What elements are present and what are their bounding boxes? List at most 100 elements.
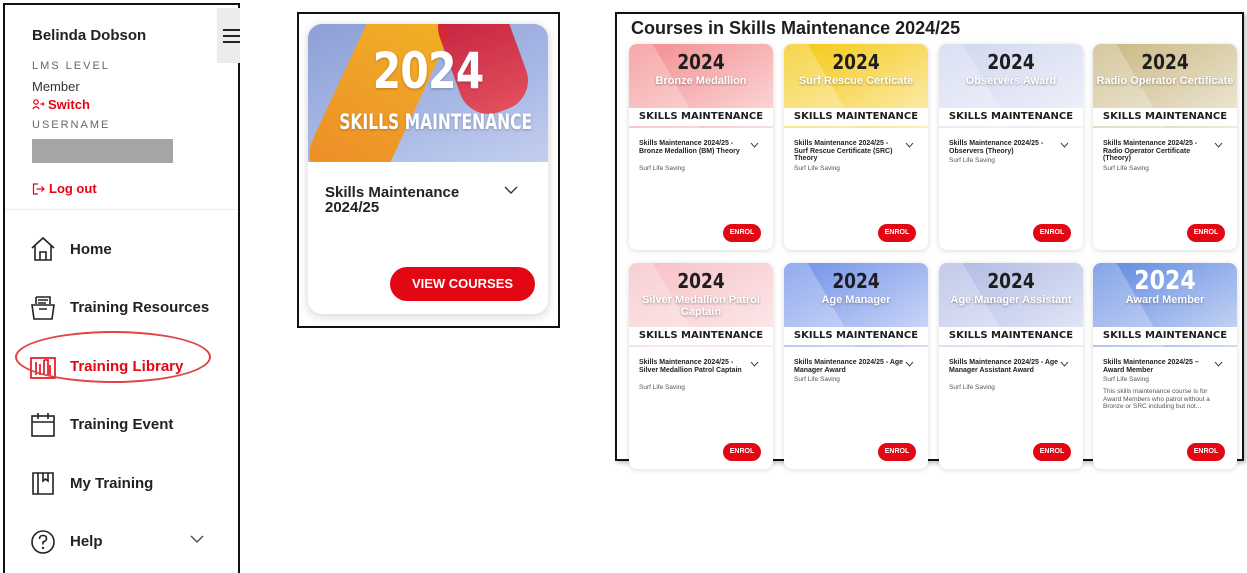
course-organisation: Surf Life Saving bbox=[949, 383, 995, 391]
course-image-name: Radio Operator Certificate bbox=[1096, 75, 1234, 87]
course-image-year: 2024 bbox=[677, 50, 725, 74]
course-title: Skills Maintenance 2024/25 - Radio Opera… bbox=[1103, 140, 1198, 162]
enrol-button[interactable]: ENROL bbox=[723, 224, 761, 242]
chevron-down-icon[interactable] bbox=[750, 361, 759, 367]
sidebar-item-training-resources[interactable]: Training Resources bbox=[5, 279, 238, 338]
course-image-year: 2024 bbox=[987, 50, 1035, 74]
course-organisation: Surf Life Saving bbox=[639, 383, 685, 391]
hamburger-menu-icon[interactable] bbox=[223, 29, 240, 43]
course-title: Skills Maintenance 2024/25 - Bronze Meda… bbox=[639, 140, 740, 155]
course-image-banner: SKILLS MAINTENANCE bbox=[939, 108, 1083, 126]
lms-level-caption: LMS LEVEL bbox=[32, 60, 110, 72]
course-title: Skills Maintenance 2024/25 - Age Manager… bbox=[794, 359, 904, 374]
course-image-year: 2024 bbox=[677, 269, 725, 293]
chevron-down-icon[interactable] bbox=[905, 142, 914, 148]
enrol-button[interactable]: ENROL bbox=[1033, 443, 1071, 461]
course-organisation: Surf Life Saving bbox=[1103, 376, 1149, 383]
sidebar-item-label: Training Resources bbox=[70, 299, 210, 317]
course-title: Skills Maintenance 2024/25 - Surf Rescue… bbox=[794, 140, 893, 162]
featured-course-title: Skills Maintenance 2024/25 bbox=[325, 184, 460, 216]
course-card[interactable]: 2024 Silver Medallion Patrol Captain SKILL… bbox=[629, 263, 773, 469]
course-description: This skills maintenance course is for Aw… bbox=[1103, 388, 1210, 410]
sidebar-item-my-training[interactable]: My Training bbox=[5, 454, 238, 513]
switch-link[interactable]: Switch bbox=[32, 97, 238, 112]
chevron-down-icon[interactable] bbox=[750, 142, 759, 148]
course-title: Skills Maintenance 2024/25 – Award Membe… bbox=[1103, 359, 1199, 374]
view-courses-button[interactable]: VIEW COURSES bbox=[390, 267, 535, 301]
enrol-button[interactable]: ENROL bbox=[878, 443, 916, 461]
chevron-down-icon[interactable] bbox=[1214, 361, 1223, 367]
lms-level-value: Member bbox=[32, 79, 80, 94]
chevron-down-icon[interactable] bbox=[504, 186, 518, 195]
course-image-year: 2024 bbox=[1141, 50, 1189, 74]
course-image-year: 2024 bbox=[832, 269, 880, 293]
course-organisation: Surf Life Saving bbox=[1103, 164, 1149, 172]
sidebar-panel: Belinda Dobson LMS LEVEL Member Switch U… bbox=[3, 3, 240, 573]
course-card[interactable]: 2024 Radio Operator Certificate SKILLS MAI… bbox=[1093, 44, 1237, 250]
course-card[interactable]: 2024 Observers Award SKILLS MAINTENANCE Ski… bbox=[939, 44, 1083, 250]
courses-heading: Courses in Skills Maintenance 2024/25 bbox=[631, 18, 961, 38]
sidebar-item-training-library[interactable]: Training Library bbox=[5, 337, 238, 396]
sidebar-item-help[interactable]: Help bbox=[5, 513, 238, 572]
course-card[interactable]: 2024 Bronze Medallion SKILLS MAINTENANCE Sk… bbox=[629, 44, 773, 250]
library-icon bbox=[29, 352, 57, 380]
course-title: Skills Maintenance 2024/25 - Age Manager… bbox=[949, 359, 1059, 374]
redacted-username bbox=[32, 139, 173, 163]
user-profile: Belinda Dobson LMS LEVEL Member Switch U… bbox=[5, 5, 238, 210]
course-card[interactable]: 2024 Surf Rescue Certicate SKILLS MAINTENA… bbox=[784, 44, 928, 250]
course-image: 2024 Age Manager SKILLS MAINTENANCE bbox=[784, 263, 928, 347]
course-image-name: Surf Rescue Certicate bbox=[798, 75, 914, 87]
sidebar-item-label: Training Library bbox=[70, 357, 184, 375]
sidebar-item-label: My Training bbox=[70, 474, 154, 492]
sidebar-item-home[interactable]: Home bbox=[5, 220, 238, 279]
course-card[interactable]: 2024 Age Manager SKILLS MAINTENANCE Skills … bbox=[784, 263, 928, 469]
home-icon bbox=[29, 235, 57, 263]
featured-image-year: 2024 bbox=[372, 42, 485, 100]
help-circle-icon bbox=[29, 528, 57, 556]
enrol-button[interactable]: ENROL bbox=[1187, 443, 1225, 461]
course-card[interactable]: 2024 Age Manager Assistant SKILLS MAINTENA… bbox=[939, 263, 1083, 469]
featured-course-panel: 2024 SKILLS MAINTENANCE Skills Maintenan… bbox=[297, 12, 560, 328]
enrol-button[interactable]: ENROL bbox=[1033, 224, 1071, 242]
course-image: 2024 Bronze Medallion SKILLS MAINTENANCE bbox=[629, 44, 773, 128]
course-image-banner: SKILLS MAINTENANCE bbox=[939, 327, 1083, 345]
course-organisation: Surf Life Saving bbox=[794, 376, 840, 383]
chevron-down-icon[interactable] bbox=[1060, 361, 1069, 367]
course-image-banner: SKILLS MAINTENANCE bbox=[1093, 327, 1237, 345]
course-image-name: Award Member bbox=[1125, 294, 1205, 306]
course-organisation: Surf Life Saving bbox=[639, 164, 685, 172]
course-image-year: 2024 bbox=[987, 269, 1035, 293]
book-bookmark-icon bbox=[29, 469, 57, 497]
course-title: Skills Maintenance 2024/25 - Observers (… bbox=[949, 140, 1044, 155]
featured-course-image: 2024 SKILLS MAINTENANCE bbox=[308, 24, 548, 162]
sidebar-item-training-event[interactable]: Training Event bbox=[5, 396, 238, 455]
logout-link[interactable]: Log out bbox=[32, 181, 238, 196]
chevron-down-icon[interactable] bbox=[905, 361, 914, 367]
enrol-button[interactable]: ENROL bbox=[878, 224, 916, 242]
course-image-banner: SKILLS MAINTENANCE bbox=[629, 108, 773, 126]
course-title: Skills Maintenance 2024/25 - Silver Meda… bbox=[639, 359, 742, 374]
logout-icon bbox=[32, 182, 45, 195]
featured-course-card[interactable]: 2024 SKILLS MAINTENANCE Skills Maintenan… bbox=[308, 24, 548, 314]
course-image: 2024 Age Manager Assistant SKILLS MAINTENA… bbox=[939, 263, 1083, 347]
course-image-year: 2024 bbox=[832, 50, 880, 74]
course-image-name: Age Manager bbox=[821, 294, 891, 306]
course-image-banner: SKILLS MAINTENANCE bbox=[629, 327, 773, 345]
course-image: 2024 Silver Medallion Patrol Captain SKILL… bbox=[629, 263, 773, 347]
enrol-button[interactable]: ENROL bbox=[723, 443, 761, 461]
sidebar-item-label: Training Event bbox=[70, 416, 174, 434]
chevron-down-icon[interactable] bbox=[1214, 142, 1223, 148]
chevron-down-icon[interactable] bbox=[1060, 142, 1069, 148]
courses-panel: Courses in Skills Maintenance 2024/25 20… bbox=[615, 12, 1244, 469]
course-organisation: Surf Life Saving bbox=[794, 164, 840, 172]
course-image-year: 2024 bbox=[1134, 266, 1196, 296]
enrol-button[interactable]: ENROL bbox=[1187, 224, 1225, 242]
chevron-down-icon[interactable] bbox=[190, 535, 204, 543]
course-image-name: Bronze Medallion bbox=[655, 75, 747, 87]
course-card[interactable]: 2024 Award Member SKILLS MAINTENANCE Skills… bbox=[1093, 263, 1237, 469]
user-name: Belinda Dobson bbox=[32, 27, 147, 44]
sidebar-nav: Home Training Resources Training Library… bbox=[5, 220, 238, 571]
logout-label: Log out bbox=[49, 181, 97, 196]
course-image: 2024 Surf Rescue Certicate SKILLS MAINTENA… bbox=[784, 44, 928, 128]
course-image: 2024 Observers Award SKILLS MAINTENANCE bbox=[939, 44, 1083, 128]
